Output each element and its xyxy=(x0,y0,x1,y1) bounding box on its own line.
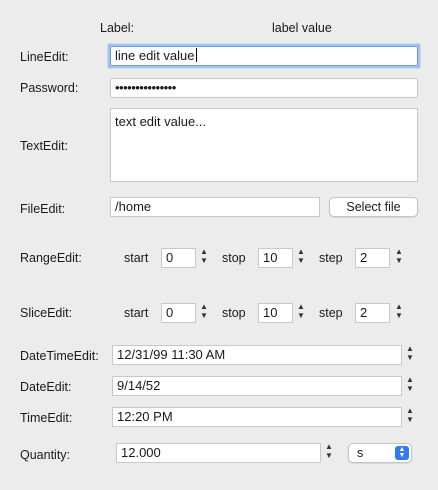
text-edit-value: text edit value... xyxy=(115,114,207,129)
select-file-button[interactable]: Select file xyxy=(329,197,418,217)
file-edit-input[interactable]: /home xyxy=(110,197,320,217)
slice-start-label: start xyxy=(124,306,149,320)
text-edit-area[interactable]: text edit value... xyxy=(110,108,418,182)
file-edit-value: /home xyxy=(115,199,152,214)
chevron-updown-icon[interactable]: ▲ ▼ xyxy=(395,446,409,460)
chevron-down-icon[interactable]: ▼ xyxy=(324,452,334,461)
slice-start-input[interactable]: 0 xyxy=(161,303,196,323)
file-edit-label: FileEdit: xyxy=(20,202,66,216)
range-stop-input[interactable]: 10 xyxy=(258,248,293,268)
unit-select-value: s xyxy=(357,446,364,460)
range-start-label: start xyxy=(124,251,149,265)
range-step-label: step xyxy=(319,251,343,265)
slice-step-value: 2 xyxy=(360,305,368,320)
chevron-down-icon[interactable]: ▼ xyxy=(199,312,209,321)
chevron-down-icon[interactable]: ▼ xyxy=(199,257,209,266)
date-edit-spinner[interactable]: ▲ ▼ xyxy=(405,376,415,396)
time-edit-spinner[interactable]: ▲ ▼ xyxy=(405,407,415,427)
datetime-edit-spinner[interactable]: ▲ ▼ xyxy=(405,345,415,365)
chevron-down-icon[interactable]: ▼ xyxy=(394,312,404,321)
quantity-label: Quantity: xyxy=(20,448,71,462)
label-column-header: Label: xyxy=(100,21,135,35)
value-column-header: label value xyxy=(272,21,332,35)
slice-edit-label: SliceEdit: xyxy=(20,306,73,320)
slice-start-spinner[interactable]: ▲ ▼ xyxy=(199,303,209,323)
quantity-input[interactable]: 12.000 xyxy=(116,443,321,463)
quantity-value: 12.000 xyxy=(121,445,161,460)
line-edit-label: LineEdit: xyxy=(20,50,69,64)
slice-stop-input[interactable]: 10 xyxy=(258,303,293,323)
datetime-edit-input[interactable]: 12/31/99 11:30 AM xyxy=(112,345,402,365)
time-edit-input[interactable]: 12:20 PM xyxy=(112,407,402,427)
line-edit-value: line edit value xyxy=(115,48,195,63)
chevron-down-icon[interactable]: ▼ xyxy=(405,416,415,425)
range-step-input[interactable]: 2 xyxy=(355,248,390,268)
time-edit-value: 12:20 PM xyxy=(117,409,173,424)
time-edit-label: TimeEdit: xyxy=(20,411,73,425)
slice-start-value: 0 xyxy=(166,305,174,320)
password-value: ••••••••••••••• xyxy=(115,80,176,95)
range-step-value: 2 xyxy=(360,250,368,265)
range-step-spinner[interactable]: ▲ ▼ xyxy=(394,248,404,268)
datetime-edit-value: 12/31/99 11:30 AM xyxy=(117,347,226,362)
slice-stop-label: stop xyxy=(222,306,246,320)
date-edit-value: 9/14/52 xyxy=(117,378,161,393)
range-stop-value: 10 xyxy=(263,250,278,265)
chevron-down-icon[interactable]: ▼ xyxy=(296,312,306,321)
unit-select[interactable]: s ▲ ▼ xyxy=(348,443,412,463)
range-start-value: 0 xyxy=(166,250,174,265)
range-edit-label: RangeEdit: xyxy=(20,251,82,265)
text-caret xyxy=(195,48,197,62)
chevron-down-icon[interactable]: ▼ xyxy=(405,385,415,394)
range-start-input[interactable]: 0 xyxy=(161,248,196,268)
line-edit-input[interactable]: line edit value xyxy=(110,46,418,66)
date-edit-label: DateEdit: xyxy=(20,380,72,394)
range-stop-label: stop xyxy=(222,251,246,265)
password-input[interactable]: ••••••••••••••• xyxy=(110,78,418,98)
quantity-spinner[interactable]: ▲ ▼ xyxy=(324,443,334,463)
slice-step-input[interactable]: 2 xyxy=(355,303,390,323)
range-stop-spinner[interactable]: ▲ ▼ xyxy=(296,248,306,268)
chevron-down-icon[interactable]: ▼ xyxy=(296,257,306,266)
slice-stop-spinner[interactable]: ▲ ▼ xyxy=(296,303,306,323)
slice-step-spinner[interactable]: ▲ ▼ xyxy=(394,303,404,323)
slice-stop-value: 10 xyxy=(263,305,278,320)
chevron-down-glyph: ▼ xyxy=(398,452,406,459)
date-edit-input[interactable]: 9/14/52 xyxy=(112,376,402,396)
datetime-edit-label: DateTimeEdit: xyxy=(20,349,99,363)
chevron-down-icon[interactable]: ▼ xyxy=(405,354,415,363)
text-edit-label: TextEdit: xyxy=(20,139,68,153)
range-start-spinner[interactable]: ▲ ▼ xyxy=(199,248,209,268)
slice-step-label: step xyxy=(319,306,343,320)
chevron-down-icon[interactable]: ▼ xyxy=(394,257,404,266)
password-label: Password: xyxy=(20,81,79,95)
